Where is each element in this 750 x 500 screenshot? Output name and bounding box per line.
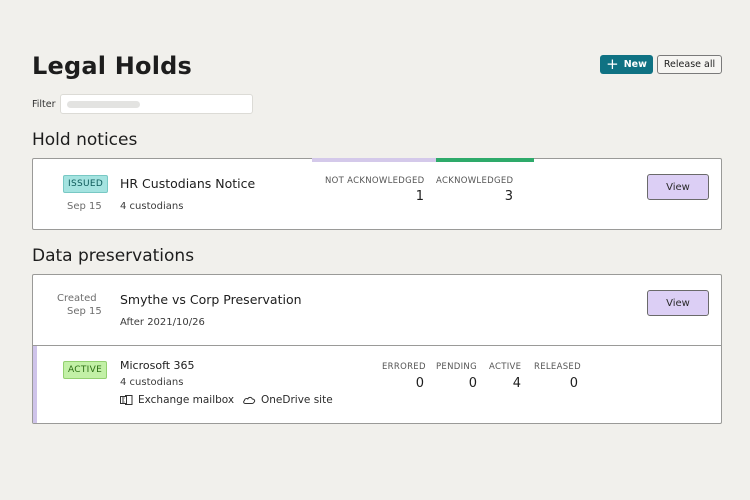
stat-label-not-acknowledged: NOT ACKNOWLEDGED <box>325 176 425 186</box>
stat-label-acknowledged: ACKNOWLEDGED <box>436 176 514 186</box>
new-button[interactable]: + New <box>600 55 653 74</box>
acknowledged-bar <box>436 158 534 162</box>
preservation-date: Sep 15 <box>67 306 102 317</box>
view-notice-button[interactable]: View <box>647 174 709 200</box>
exchange-icon <box>120 394 133 406</box>
data-preservations-heading: Data preservations <box>32 246 195 266</box>
notice-custodians: 4 custodians <box>120 201 184 212</box>
resource-exchange-label: Exchange mailbox <box>138 394 235 406</box>
resource-onedrive-label: OneDrive site <box>261 394 333 406</box>
plus-icon: + <box>606 54 619 73</box>
resource-exchange: Exchange mailbox <box>120 394 234 406</box>
view-preservation-button[interactable]: View <box>647 290 709 316</box>
cloud-icon <box>242 395 256 405</box>
stat-value-errored: 0 <box>415 376 424 391</box>
stat-label-pending: PENDING <box>436 362 477 372</box>
filter-input[interactable] <box>60 94 253 114</box>
stat-value-active: 4 <box>512 376 521 391</box>
hold-notice-card <box>32 158 722 230</box>
created-label: Created <box>57 293 97 304</box>
hold-notices-heading: Hold notices <box>32 130 138 150</box>
preservation-title[interactable]: Smythe vs Corp Preservation <box>120 292 302 307</box>
release-all-button[interactable]: Release all <box>657 55 722 74</box>
stat-label-released: RELEASED <box>534 362 581 372</box>
resource-onedrive: OneDrive site <box>242 394 333 406</box>
filter-placeholder-skeleton <box>67 101 140 108</box>
notice-date: Sep 15 <box>67 201 102 212</box>
stat-value-not-acknowledged: 1 <box>415 189 424 204</box>
not-acknowledged-bar <box>312 158 436 162</box>
preservation-divider <box>32 345 722 346</box>
stat-value-released: 0 <box>569 376 578 391</box>
stat-value-pending: 0 <box>468 376 477 391</box>
source-name[interactable]: Microsoft 365 <box>120 359 195 372</box>
status-badge: ISSUED <box>63 175 109 193</box>
preservation-subtitle: After 2021/10/26 <box>120 317 205 328</box>
notice-title[interactable]: HR Custodians Notice <box>120 176 255 191</box>
source-status-badge: ACTIVE <box>63 361 108 379</box>
stat-label-active: ACTIVE <box>489 362 522 372</box>
stat-value-acknowledged: 3 <box>504 189 513 204</box>
new-button-label: New <box>623 59 647 70</box>
stat-label-errored: ERRORED <box>382 362 426 372</box>
filter-label: Filter <box>32 99 56 110</box>
active-source-indicator <box>33 346 37 423</box>
source-custodians: 4 custodians <box>120 377 184 388</box>
page-title: Legal Holds <box>32 52 192 80</box>
